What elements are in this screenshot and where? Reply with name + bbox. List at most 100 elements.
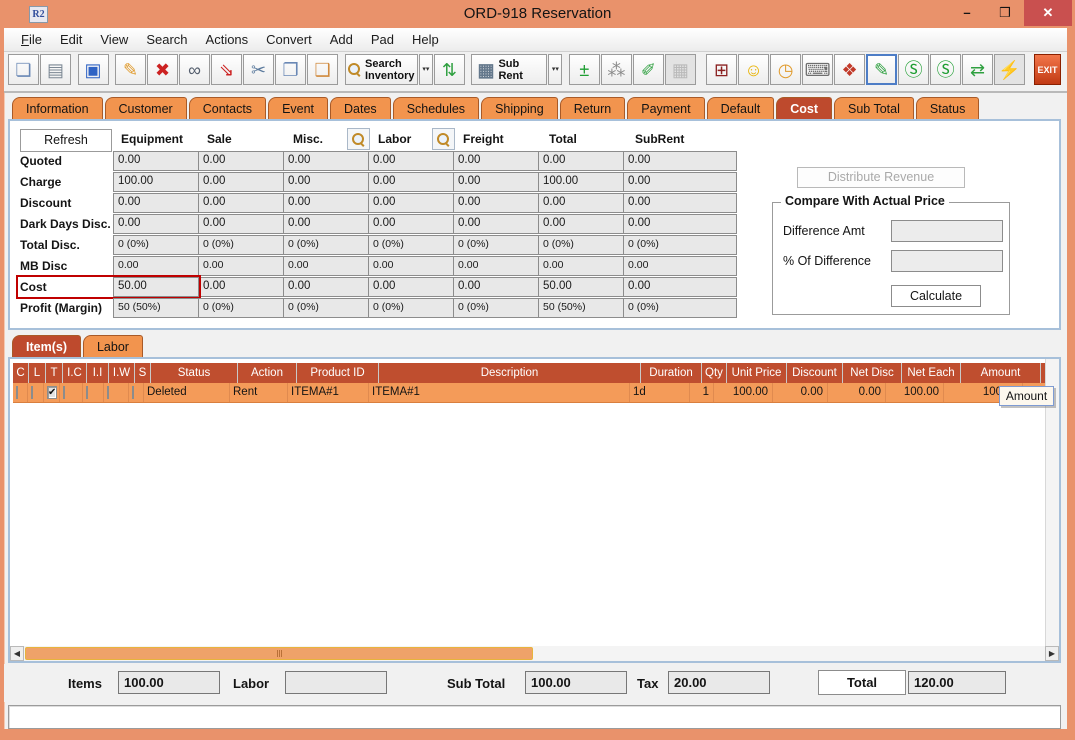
- cell: 50.00: [538, 277, 624, 297]
- tab-items[interactable]: Item(s): [12, 335, 81, 358]
- tab-labor[interactable]: Labor: [83, 335, 143, 358]
- keyboard-button[interactable]: ⌨: [802, 54, 833, 85]
- add-item-button[interactable]: ±: [569, 54, 600, 85]
- cell: 0.00: [538, 193, 624, 213]
- menu-edit[interactable]: Edit: [51, 29, 91, 50]
- exit-button[interactable]: EXIT: [1034, 54, 1061, 85]
- tab-default[interactable]: Default: [707, 97, 775, 120]
- col-c[interactable]: C: [13, 363, 28, 383]
- col-description[interactable]: Description: [379, 363, 640, 383]
- checkbox-iw[interactable]: [107, 386, 109, 399]
- cell: 50 (50%): [113, 298, 199, 318]
- edit-notes-button[interactable]: ✎: [866, 54, 897, 85]
- horizontal-scrollbar-thumb[interactable]: [25, 647, 533, 660]
- delivery-button[interactable]: ⇄: [962, 54, 993, 85]
- minimize-button[interactable]: –: [948, 0, 986, 26]
- menu-pad[interactable]: Pad: [362, 29, 403, 50]
- misc-search-button[interactable]: [347, 128, 370, 150]
- col-ii[interactable]: I.I: [87, 363, 108, 383]
- dollar-notes-icon: Ⓢ: [937, 61, 955, 79]
- save-button[interactable]: ▣: [78, 54, 109, 85]
- col-amount[interactable]: Amount: [961, 363, 1040, 383]
- checkbox-c[interactable]: [16, 386, 18, 399]
- col-discount[interactable]: Discount: [787, 363, 842, 383]
- org-chart-button[interactable]: ⊞: [706, 54, 737, 85]
- menu-search[interactable]: Search: [137, 29, 196, 50]
- tab-schedules[interactable]: Schedules: [393, 97, 479, 120]
- menu-convert[interactable]: Convert: [257, 29, 321, 50]
- items-table: C L T I.C I.I I.W S Status Action Produc…: [13, 363, 1047, 403]
- tab-contacts[interactable]: Contacts: [189, 97, 266, 120]
- cost-grid: Equipment Sale Misc. Labor Freight Total…: [18, 127, 741, 319]
- tab-status[interactable]: Status: [916, 97, 979, 120]
- checkbox-t[interactable]: ✔: [47, 386, 57, 399]
- col-qty[interactable]: Qty: [702, 363, 726, 383]
- labor-search-button[interactable]: [432, 128, 455, 150]
- edit-button[interactable]: ✎: [115, 54, 146, 85]
- search-inventory-button[interactable]: SearchInventory: [345, 54, 418, 85]
- horizontal-scrollbar[interactable]: ◀ ▶: [10, 646, 1059, 661]
- copy-button[interactable]: ❐: [275, 54, 306, 85]
- checkbox-ic[interactable]: [63, 386, 65, 399]
- maximize-button[interactable]: ❒: [986, 0, 1024, 26]
- menu-file[interactable]: File: [12, 29, 51, 50]
- col-ic[interactable]: I.C: [63, 363, 86, 383]
- col-l[interactable]: L: [29, 363, 45, 383]
- billing-notes-button[interactable]: Ⓢ: [930, 54, 961, 85]
- col-t[interactable]: T: [46, 363, 62, 383]
- transfer-button[interactable]: ⇘: [211, 54, 242, 85]
- tab-customer[interactable]: Customer: [105, 97, 187, 120]
- cut-button[interactable]: ✂: [243, 54, 274, 85]
- tab-return[interactable]: Return: [560, 97, 626, 120]
- cubes-icon: ❖: [842, 61, 858, 79]
- tab-payment[interactable]: Payment: [627, 97, 704, 120]
- inventory-cubes-button[interactable]: ❖: [834, 54, 865, 85]
- cell-qty: 1: [690, 383, 714, 402]
- tab-shipping[interactable]: Shipping: [481, 97, 558, 120]
- checkbox-l[interactable]: [31, 386, 33, 399]
- menu-view[interactable]: View: [91, 29, 137, 50]
- col-action[interactable]: Action: [238, 363, 296, 383]
- delete-button[interactable]: ✖: [147, 54, 178, 85]
- scroll-right-arrow[interactable]: ▶: [1045, 646, 1059, 661]
- group-title: Compare With Actual Price: [781, 194, 949, 208]
- customer-button[interactable]: ☺: [738, 54, 769, 85]
- sub-rent-options-button[interactable]: ▾▾: [548, 54, 562, 85]
- find-button[interactable]: ∞: [179, 54, 210, 85]
- new-document-button[interactable]: ❏: [8, 54, 39, 85]
- col-iw[interactable]: I.W: [109, 363, 134, 383]
- row-total-disc: Total Disc. 0 (0%) 0 (0%) 0 (0%) 0 (0%) …: [18, 235, 741, 255]
- tab-dates[interactable]: Dates: [330, 97, 391, 120]
- tab-information[interactable]: Information: [12, 97, 103, 120]
- tab-cost[interactable]: Cost: [776, 97, 832, 120]
- checkbox-s[interactable]: [132, 386, 134, 399]
- paste-button[interactable]: ❑: [307, 54, 338, 85]
- menu-actions[interactable]: Actions: [197, 29, 258, 50]
- tab-event[interactable]: Event: [268, 97, 328, 120]
- search-inventory-options-button[interactable]: ▾▾: [419, 54, 433, 85]
- col-s[interactable]: S: [135, 363, 150, 383]
- scroll-left-arrow[interactable]: ◀: [10, 646, 24, 661]
- col-unit-price[interactable]: Unit Price: [727, 363, 786, 383]
- double-down-arrow-icon: ▾▾: [422, 67, 430, 73]
- availability-button[interactable]: ⁂: [601, 54, 632, 85]
- col-net-each[interactable]: Net Each: [902, 363, 960, 383]
- calculate-button[interactable]: Calculate: [891, 285, 981, 307]
- tab-sub-total[interactable]: Sub Total: [834, 97, 914, 120]
- checkbox-ii[interactable]: [86, 386, 88, 399]
- col-product-id[interactable]: Product ID: [297, 363, 378, 383]
- sub-rent-button[interactable]: ▦ Sub Rent: [471, 54, 547, 85]
- row-cost: Cost 50.00 0.00 0.00 0.00 0.00 50.00 0.0…: [18, 277, 741, 297]
- table-row[interactable]: ✔ Deleted Rent ITEMA#1 ITEMA#1 1d 1 100.…: [13, 383, 1047, 403]
- col-duration[interactable]: Duration: [641, 363, 701, 383]
- print-button[interactable]: ▤: [40, 54, 71, 85]
- convert-button[interactable]: ⇅: [434, 54, 465, 85]
- close-button[interactable]: ✕: [1024, 0, 1072, 26]
- col-status[interactable]: Status: [151, 363, 237, 383]
- menu-add[interactable]: Add: [321, 29, 362, 50]
- menu-help[interactable]: Help: [403, 29, 448, 50]
- send-invoice-button[interactable]: Ⓢ: [898, 54, 929, 85]
- history-button[interactable]: ◷: [770, 54, 801, 85]
- col-net-disc[interactable]: Net Disc: [843, 363, 901, 383]
- notes-button[interactable]: ✐: [633, 54, 664, 85]
